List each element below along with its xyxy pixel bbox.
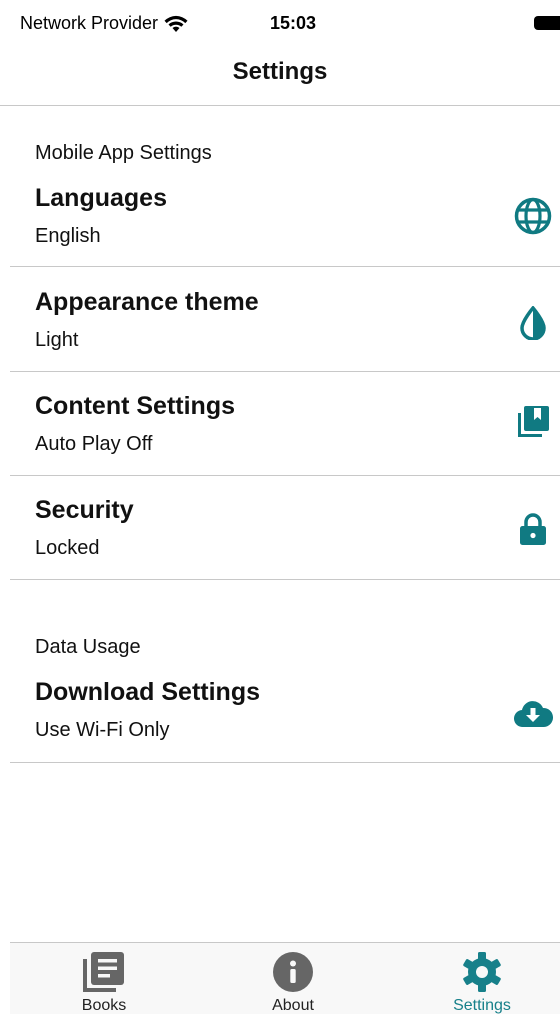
download-settings-row[interactable]: Download Settings Use Wi-Fi Only — [10, 662, 560, 763]
row-title: Languages — [35, 184, 167, 212]
row-title: Content Settings — [35, 392, 235, 420]
navigation-bar: Settings — [0, 46, 560, 106]
row-title: Download Settings — [35, 678, 260, 706]
battery-icon — [534, 16, 560, 30]
tab-settings[interactable]: Settings — [412, 943, 552, 1014]
section-mobile-app-settings: Mobile App Settings Languages English Ap… — [0, 106, 560, 580]
row-title: Security — [35, 496, 134, 524]
globe-icon — [513, 196, 553, 236]
status-bar: Network Provider 15:03 — [0, 0, 560, 46]
tab-label: Books — [81, 997, 127, 1014]
languages-row[interactable]: Languages English — [10, 168, 560, 267]
section-header: Mobile App Settings — [35, 142, 212, 164]
row-subtitle: Light — [35, 329, 79, 351]
gear-icon — [460, 951, 504, 993]
tab-about[interactable]: About — [223, 943, 363, 1014]
security-row[interactable]: Security Locked — [10, 476, 560, 580]
status-carrier: Network Provider — [20, 13, 188, 34]
tab-bar: Books About Settings — [10, 942, 560, 1014]
row-subtitle: Use Wi-Fi Only — [35, 719, 170, 741]
section-header: Data Usage — [35, 636, 141, 658]
tab-label: About — [272, 997, 314, 1014]
row-subtitle: Auto Play Off — [35, 433, 153, 455]
tab-books[interactable]: Books — [34, 943, 174, 1014]
row-subtitle: English — [35, 225, 101, 247]
tab-label: Settings — [453, 997, 511, 1014]
library-icon — [513, 402, 553, 442]
content-settings-row[interactable]: Content Settings Auto Play Off — [10, 372, 560, 476]
section-data-usage: Data Usage Download Settings Use Wi-Fi O… — [0, 580, 560, 770]
row-title: Appearance theme — [35, 288, 259, 316]
carrier-label: Network Provider — [20, 13, 159, 33]
status-time: 15:03 — [270, 13, 317, 33]
lock-icon — [513, 509, 553, 549]
cloud-download-icon — [513, 694, 553, 734]
page-title: Settings — [232, 58, 328, 85]
appearance-theme-row[interactable]: Appearance theme Light — [10, 268, 560, 372]
info-icon — [272, 951, 314, 993]
drop-icon — [513, 303, 553, 343]
settings-list: Mobile App Settings Languages English Ap… — [0, 106, 560, 763]
books-icon — [82, 951, 126, 993]
wifi-icon — [164, 15, 188, 32]
row-subtitle: Locked — [35, 537, 100, 559]
